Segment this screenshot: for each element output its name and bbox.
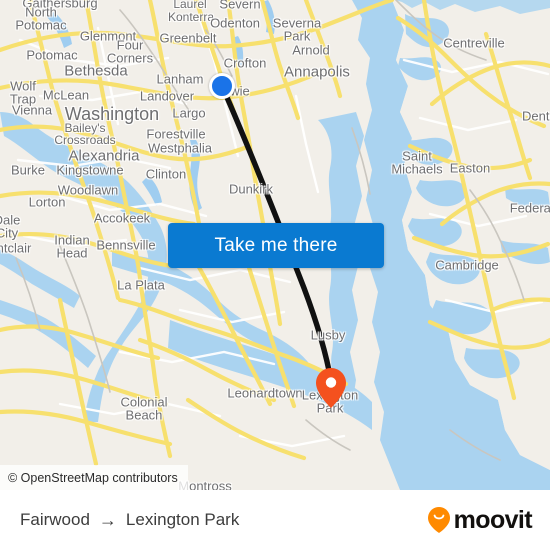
route-origin-label: Fairwood: [20, 510, 90, 529]
trip-map-screen: Gaithersburg North Potomac Potomac Glenmont F…: [0, 0, 550, 550]
moovit-wordmark: moovit: [453, 505, 533, 534]
moovit-logo[interactable]: moovit: [427, 505, 533, 534]
footer-bar: Fairwood → Lexington Park moovit: [0, 490, 550, 550]
map-pin-icon: [316, 368, 346, 408]
take-me-there-button[interactable]: Take me there: [168, 223, 384, 268]
map-canvas[interactable]: Gaithersburg North Potomac Potomac Glenmont F…: [0, 0, 550, 490]
route-destination-label: Lexington Park: [125, 510, 240, 529]
route-summary: Fairwood → Lexington Park: [20, 510, 239, 531]
map-attribution[interactable]: © OpenStreetMap contributors: [0, 465, 188, 490]
destination-marker[interactable]: [316, 368, 346, 408]
arrow-right-icon: →: [98, 509, 117, 530]
moovit-pin-icon: [427, 507, 450, 533]
origin-marker[interactable]: [209, 73, 235, 99]
